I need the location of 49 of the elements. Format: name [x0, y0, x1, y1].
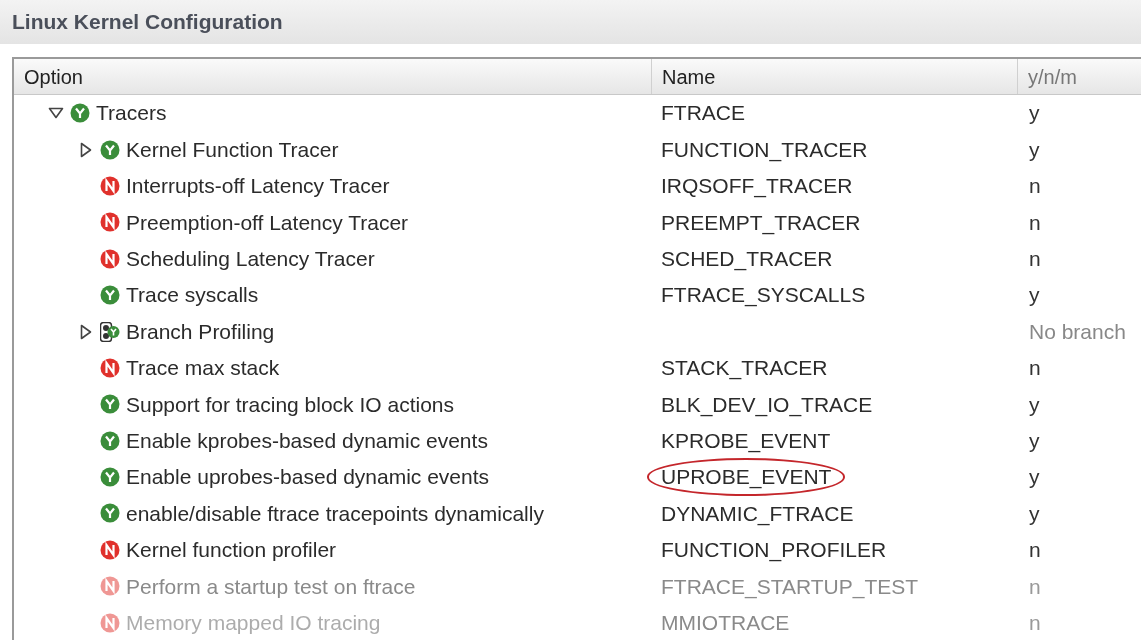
collapse-triangle-icon[interactable] [48, 107, 64, 120]
value-text: n [1029, 246, 1041, 272]
option-label[interactable]: Branch Profiling [126, 315, 275, 348]
config-name: FUNCTION_PROFILER [661, 537, 887, 564]
option-label[interactable]: Enable uprobes-based dynamic events [126, 461, 490, 493]
value-text: y [1029, 427, 1040, 454]
option-label[interactable]: Support for tracing block IO actions [126, 388, 454, 421]
config-name: FTRACE [661, 100, 745, 127]
config-name: BLK_DEV_IO_TRACE [661, 391, 873, 419]
option-label[interactable]: Preemption-off Latency Tracer [126, 206, 409, 239]
value-text: y [1029, 282, 1040, 309]
value-text: No branch [1029, 318, 1126, 345]
config-name: UPROBE_EVENT [647, 458, 846, 496]
column-header[interactable]: Option [24, 61, 83, 92]
option-label[interactable]: Enable kprobes-based dynamic events [126, 424, 488, 457]
option-label[interactable]: Trace max stack [126, 352, 280, 384]
config-name: MMIOTRACE [661, 609, 790, 636]
config-name: KPROBE_EVENT [661, 427, 831, 455]
value-text: y [1029, 391, 1040, 418]
config-name: IRQSOFF_TRACER [661, 173, 853, 200]
config-name: SCHED_TRACER [661, 246, 833, 273]
value-text: n [1029, 173, 1041, 200]
config-name: STACK_TRACER [661, 355, 828, 382]
option-label[interactable]: enable/disable ftrace tracepoints dynamically [126, 497, 544, 530]
value-text: n [1029, 573, 1041, 600]
option-label[interactable]: Tracers [96, 97, 167, 129]
config-name: FTRACE_SYSCALLS [661, 282, 866, 309]
option-label[interactable]: Trace syscalls [126, 279, 259, 311]
option-label[interactable]: Kernel Function Tracer [126, 133, 339, 166]
value-text: y [1029, 500, 1040, 527]
option-label[interactable]: Scheduling Latency Tracer [126, 243, 375, 275]
expand-triangle-icon[interactable] [80, 323, 92, 340]
window-title: Linux Kernel Configuration [12, 9, 283, 36]
expand-triangle-icon[interactable] [80, 141, 92, 158]
value-text: n [1029, 609, 1041, 636]
config-name: FTRACE_STARTUP_TEST [661, 573, 919, 601]
value-text: y [1029, 464, 1040, 491]
option-label[interactable]: Kernel function profiler [126, 534, 337, 566]
config-name: FUNCTION_TRACER [661, 136, 868, 164]
value-text: n [1029, 537, 1041, 564]
value-text: n [1029, 209, 1041, 236]
config-name: PREEMPT_TRACER [661, 209, 861, 237]
value-text: y [1029, 136, 1040, 163]
value-text: y [1029, 100, 1040, 127]
value-text: n [1029, 355, 1041, 382]
column-header[interactable]: Name [662, 61, 716, 92]
config-name: DYNAMIC_FTRACE [661, 500, 854, 528]
option-label[interactable]: Interrupts-off Latency Tracer [126, 170, 390, 202]
column-header[interactable]: y/n/m [1028, 61, 1077, 92]
